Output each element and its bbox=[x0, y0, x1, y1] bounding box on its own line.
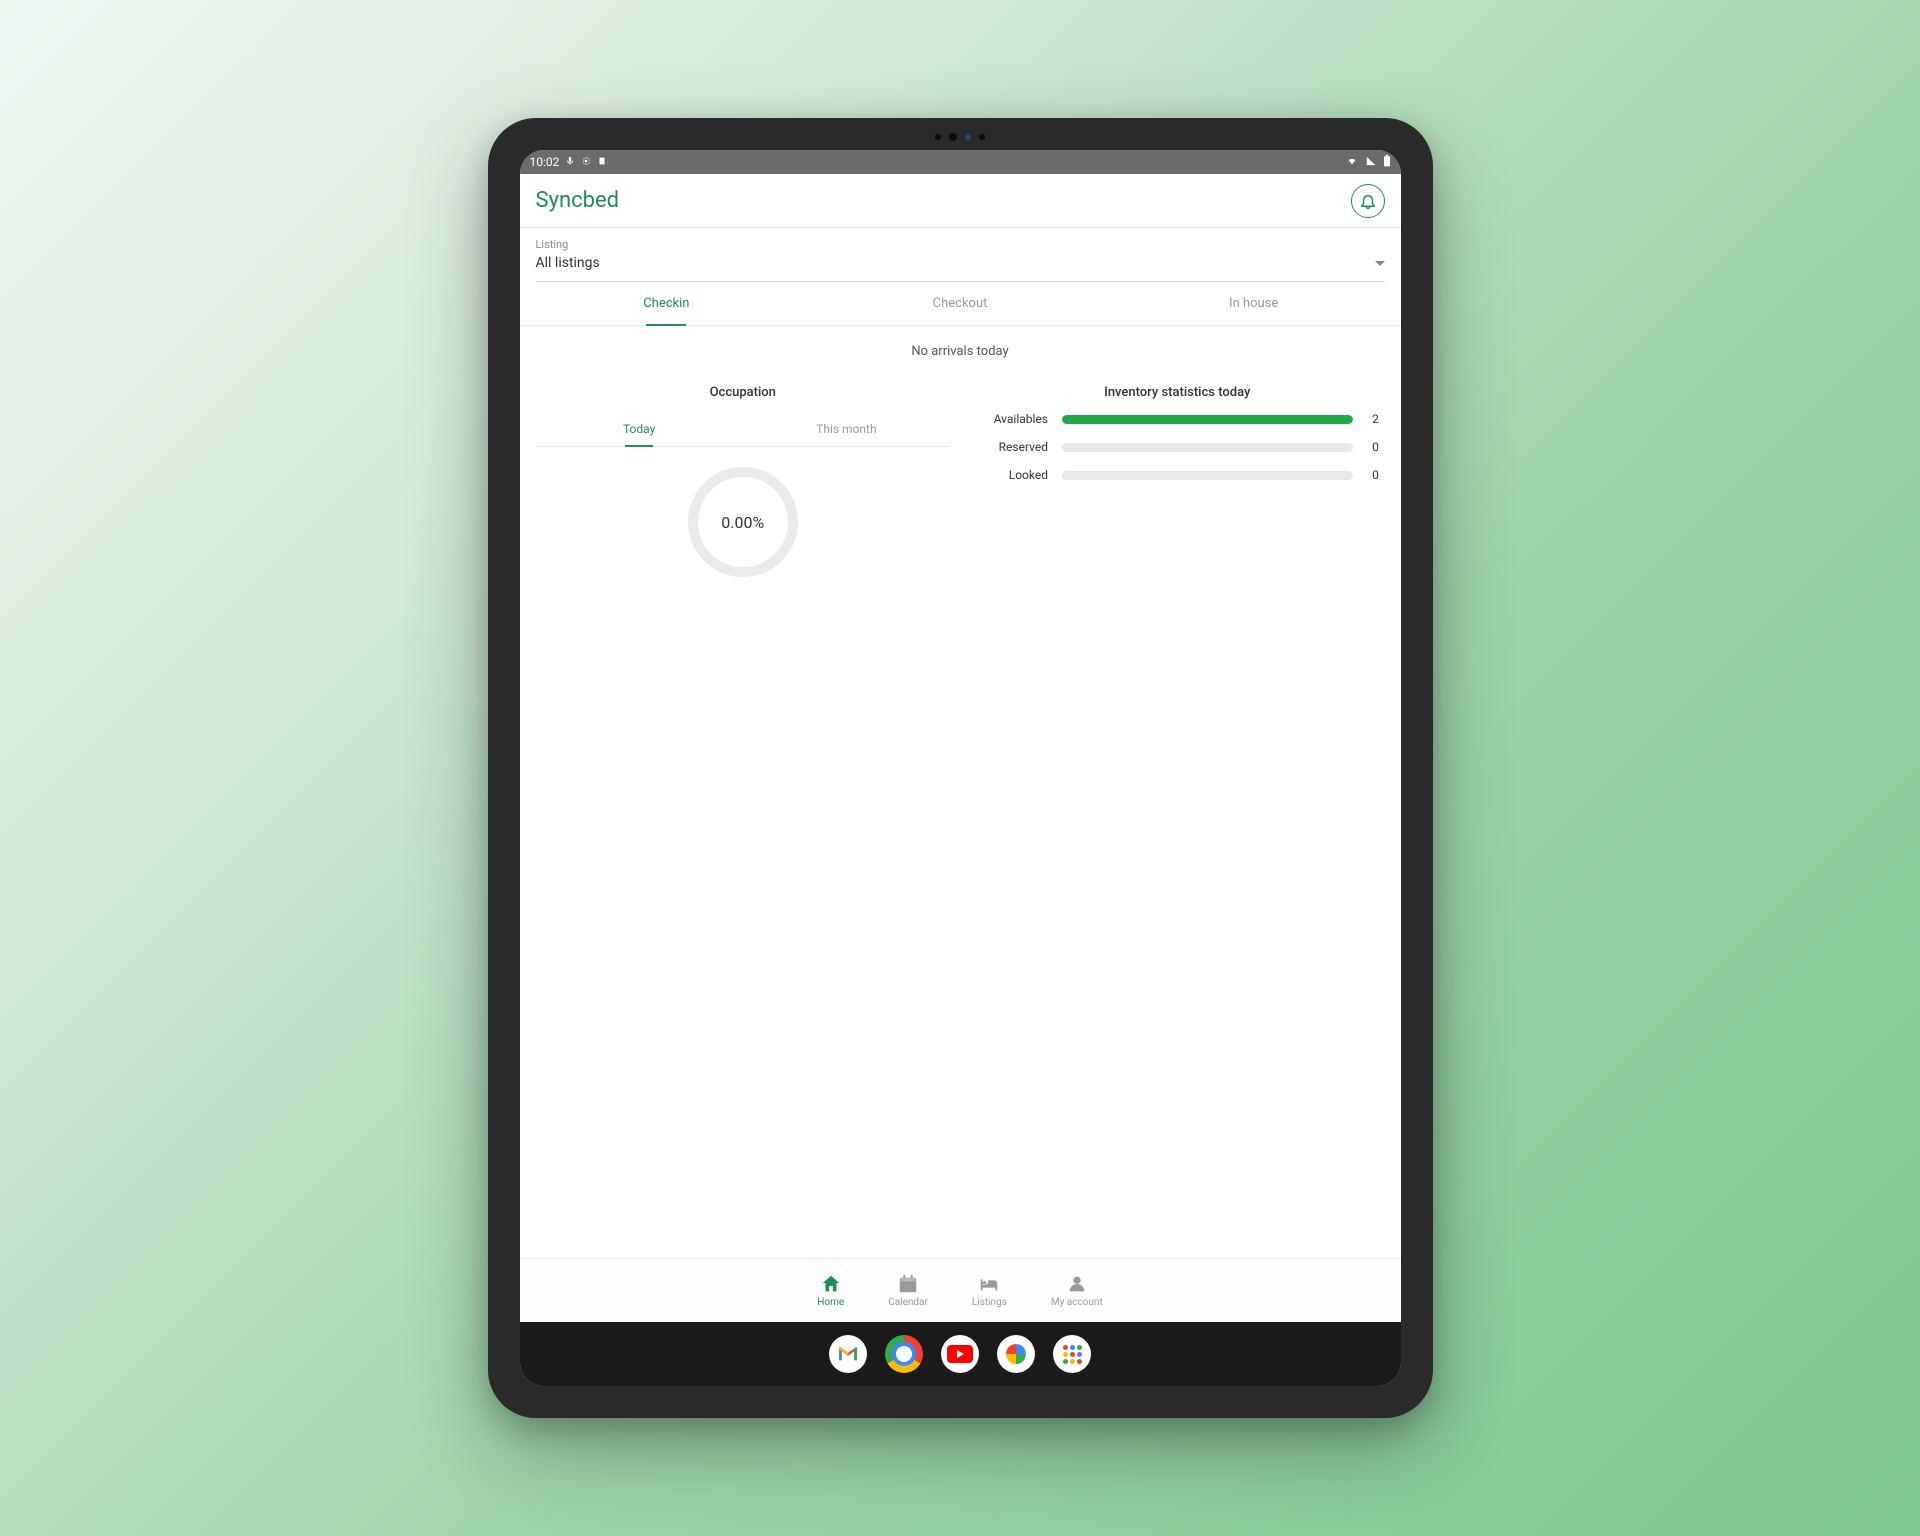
inventory-bar-reserved bbox=[1062, 443, 1353, 452]
occupation-percent: 0.00% bbox=[721, 513, 764, 532]
inventory-label-reserved: Reserved bbox=[970, 440, 1048, 454]
nav-calendar-label: Calendar bbox=[888, 1297, 928, 1308]
clipboard-icon bbox=[597, 155, 607, 169]
bed-icon bbox=[978, 1273, 1000, 1295]
inventory-count-looked: 0 bbox=[1367, 468, 1385, 482]
dock-chrome[interactable] bbox=[885, 1335, 923, 1373]
home-icon bbox=[820, 1273, 842, 1295]
inventory-bar-availables bbox=[1062, 415, 1353, 424]
tablet-notch bbox=[900, 132, 1020, 142]
occupation-title: Occupation bbox=[536, 385, 951, 400]
battery-icon bbox=[1383, 155, 1391, 170]
inventory-bar-looked bbox=[1062, 471, 1353, 480]
apps-grid-icon bbox=[1063, 1345, 1082, 1364]
nav-account-label: My account bbox=[1051, 1297, 1103, 1308]
youtube-icon bbox=[947, 1345, 973, 1363]
tab-today[interactable]: Today bbox=[536, 412, 743, 446]
listing-dropdown[interactable]: All listings bbox=[536, 251, 1385, 282]
empty-state-message: No arrivals today bbox=[520, 326, 1401, 377]
nav-home-label: Home bbox=[817, 1297, 844, 1308]
wifi-icon bbox=[1345, 155, 1359, 169]
dock-photos[interactable] bbox=[997, 1335, 1035, 1373]
person-icon bbox=[1066, 1273, 1088, 1295]
dock-apps[interactable] bbox=[1053, 1335, 1091, 1373]
notifications-button[interactable] bbox=[1351, 184, 1385, 218]
inventory-row-looked: Looked 0 bbox=[970, 468, 1385, 482]
gear-icon bbox=[581, 155, 591, 169]
inventory-label-looked: Looked bbox=[970, 468, 1048, 482]
occupation-panel: Occupation Today This month 0.00% bbox=[536, 377, 951, 577]
nav-listings-label: Listings bbox=[972, 1297, 1007, 1308]
system-dock bbox=[520, 1322, 1401, 1386]
inventory-row-reserved: Reserved 0 bbox=[970, 440, 1385, 454]
nav-account[interactable]: My account bbox=[1043, 1269, 1111, 1312]
inventory-label-availables: Availables bbox=[970, 412, 1048, 426]
dock-gmail[interactable] bbox=[829, 1335, 867, 1373]
calendar-icon bbox=[897, 1273, 919, 1295]
app-header: Syncbed bbox=[520, 174, 1401, 228]
occupation-tabs: Today This month bbox=[536, 412, 951, 447]
mic-icon bbox=[565, 155, 575, 169]
gmail-icon bbox=[837, 1346, 859, 1362]
chevron-down-icon bbox=[1375, 261, 1385, 266]
screen: 10:02 bbox=[520, 150, 1401, 1386]
nav-home[interactable]: Home bbox=[809, 1269, 852, 1312]
tab-inhouse[interactable]: In house bbox=[1107, 282, 1401, 325]
tab-checkin[interactable]: Checkin bbox=[520, 282, 814, 325]
occupation-donut-chart: 0.00% bbox=[688, 467, 798, 577]
tab-this-month[interactable]: This month bbox=[743, 412, 950, 446]
inventory-count-reserved: 0 bbox=[1367, 440, 1385, 454]
status-time: 10:02 bbox=[530, 155, 560, 169]
status-bar: 10:02 bbox=[520, 150, 1401, 174]
nav-calendar[interactable]: Calendar bbox=[880, 1269, 936, 1312]
bottom-nav: Home Calendar Listings My account bbox=[520, 1258, 1401, 1322]
listing-value: All listings bbox=[536, 255, 600, 271]
status-tabs: Checkin Checkout In house bbox=[520, 282, 1401, 326]
main-content: Listing All listings Checkin Checkout In… bbox=[520, 228, 1401, 1258]
signal-icon bbox=[1365, 155, 1377, 169]
dock-youtube[interactable] bbox=[941, 1335, 979, 1373]
inventory-row-availables: Availables 2 bbox=[970, 412, 1385, 426]
photos-icon bbox=[1004, 1342, 1028, 1366]
tab-checkout[interactable]: Checkout bbox=[813, 282, 1107, 325]
inventory-count-availables: 2 bbox=[1367, 412, 1385, 426]
listing-selector-section: Listing All listings bbox=[520, 228, 1401, 282]
bell-icon bbox=[1359, 192, 1377, 210]
inventory-panel: Inventory statistics today Availables 2 … bbox=[970, 377, 1385, 577]
listing-label: Listing bbox=[536, 238, 1385, 251]
inventory-title: Inventory statistics today bbox=[970, 385, 1385, 400]
nav-listings[interactable]: Listings bbox=[964, 1269, 1015, 1312]
tablet-frame: 10:02 bbox=[488, 118, 1433, 1418]
app-title: Syncbed bbox=[536, 188, 620, 213]
